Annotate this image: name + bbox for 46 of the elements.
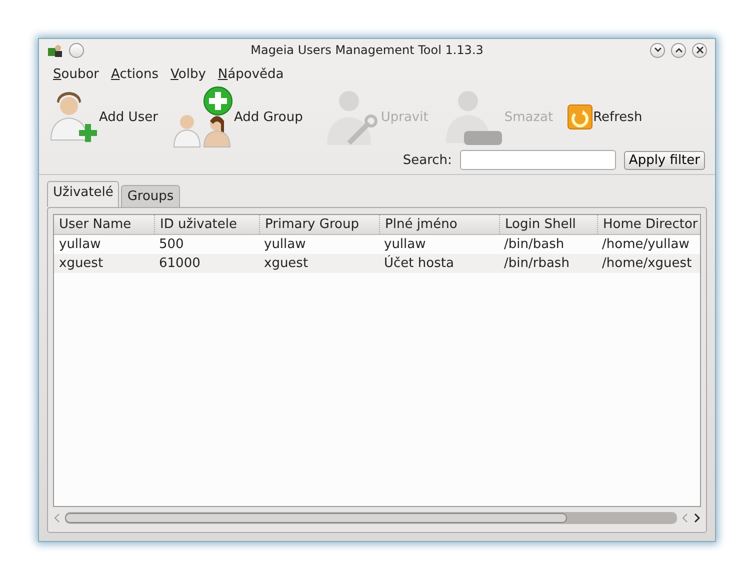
window-title: Mageia Users Management Tool 1.13.3 [250, 43, 484, 57]
table-cell-text: /bin/rbash [503, 255, 570, 273]
table-cell-text: 61000 [158, 255, 202, 273]
maximize-button[interactable] [671, 42, 686, 58]
chevron-up-icon [674, 47, 682, 53]
close-icon [696, 46, 704, 54]
column-header[interactable]: Home Director [597, 215, 700, 234]
refresh-icon [567, 104, 594, 130]
table-cell-text: xguest [58, 255, 104, 273]
minimize-button[interactable] [650, 42, 665, 58]
horizontal-scrollbar[interactable] [53, 509, 701, 527]
table-cell-text: yullaw [58, 236, 102, 254]
table-cell-text: /bin/bash [503, 236, 566, 254]
search-field[interactable] [460, 150, 616, 170]
menu-item[interactable]: Volby [170, 67, 206, 82]
search-label: Search: [402, 152, 452, 168]
toolbar-button[interactable]: Add User [49, 92, 158, 142]
toolbar-button[interactable]: Add Group [172, 86, 303, 148]
table-cell-text: yullaw [263, 236, 307, 254]
scrollbar-thumb[interactable] [65, 513, 567, 523]
apply-filter-button[interactable]: Apply filter [624, 150, 705, 170]
column-header[interactable]: Plné jméno [379, 215, 499, 234]
table-cell-text: xguest [263, 255, 310, 273]
pin-button[interactable] [69, 42, 84, 58]
scroll-left-icon[interactable] [53, 513, 61, 523]
users-icon [47, 43, 63, 57]
close-button[interactable] [692, 42, 707, 58]
tab[interactable]: Uživatelé [47, 181, 120, 207]
table-cell-text: Účet hosta [383, 254, 455, 273]
table-cell-text: /home/xguest [601, 255, 693, 273]
table-cell-text: yullaw [383, 236, 427, 254]
table-cell-text: /home/yullaw [601, 236, 690, 254]
column-header[interactable]: ID uživatele [154, 215, 259, 234]
chevron-down-icon [654, 47, 662, 53]
column-header[interactable]: User Name [54, 215, 154, 234]
column-header[interactable]: Login Shell [499, 215, 597, 234]
menu-item[interactable]: Actions [111, 67, 159, 82]
tab[interactable]: Groups [121, 185, 180, 207]
table-cell-text: 500 [158, 236, 185, 254]
toolbar-button[interactable]: Refresh [567, 104, 642, 130]
scroll-right-icon[interactable] [693, 513, 701, 523]
add-group-icon [172, 86, 234, 148]
column-header[interactable]: Primary Group [259, 215, 379, 234]
add-user-icon [49, 92, 99, 142]
menu-item[interactable]: Soubor [53, 67, 100, 82]
menu-item[interactable]: Nápověda [218, 67, 284, 82]
